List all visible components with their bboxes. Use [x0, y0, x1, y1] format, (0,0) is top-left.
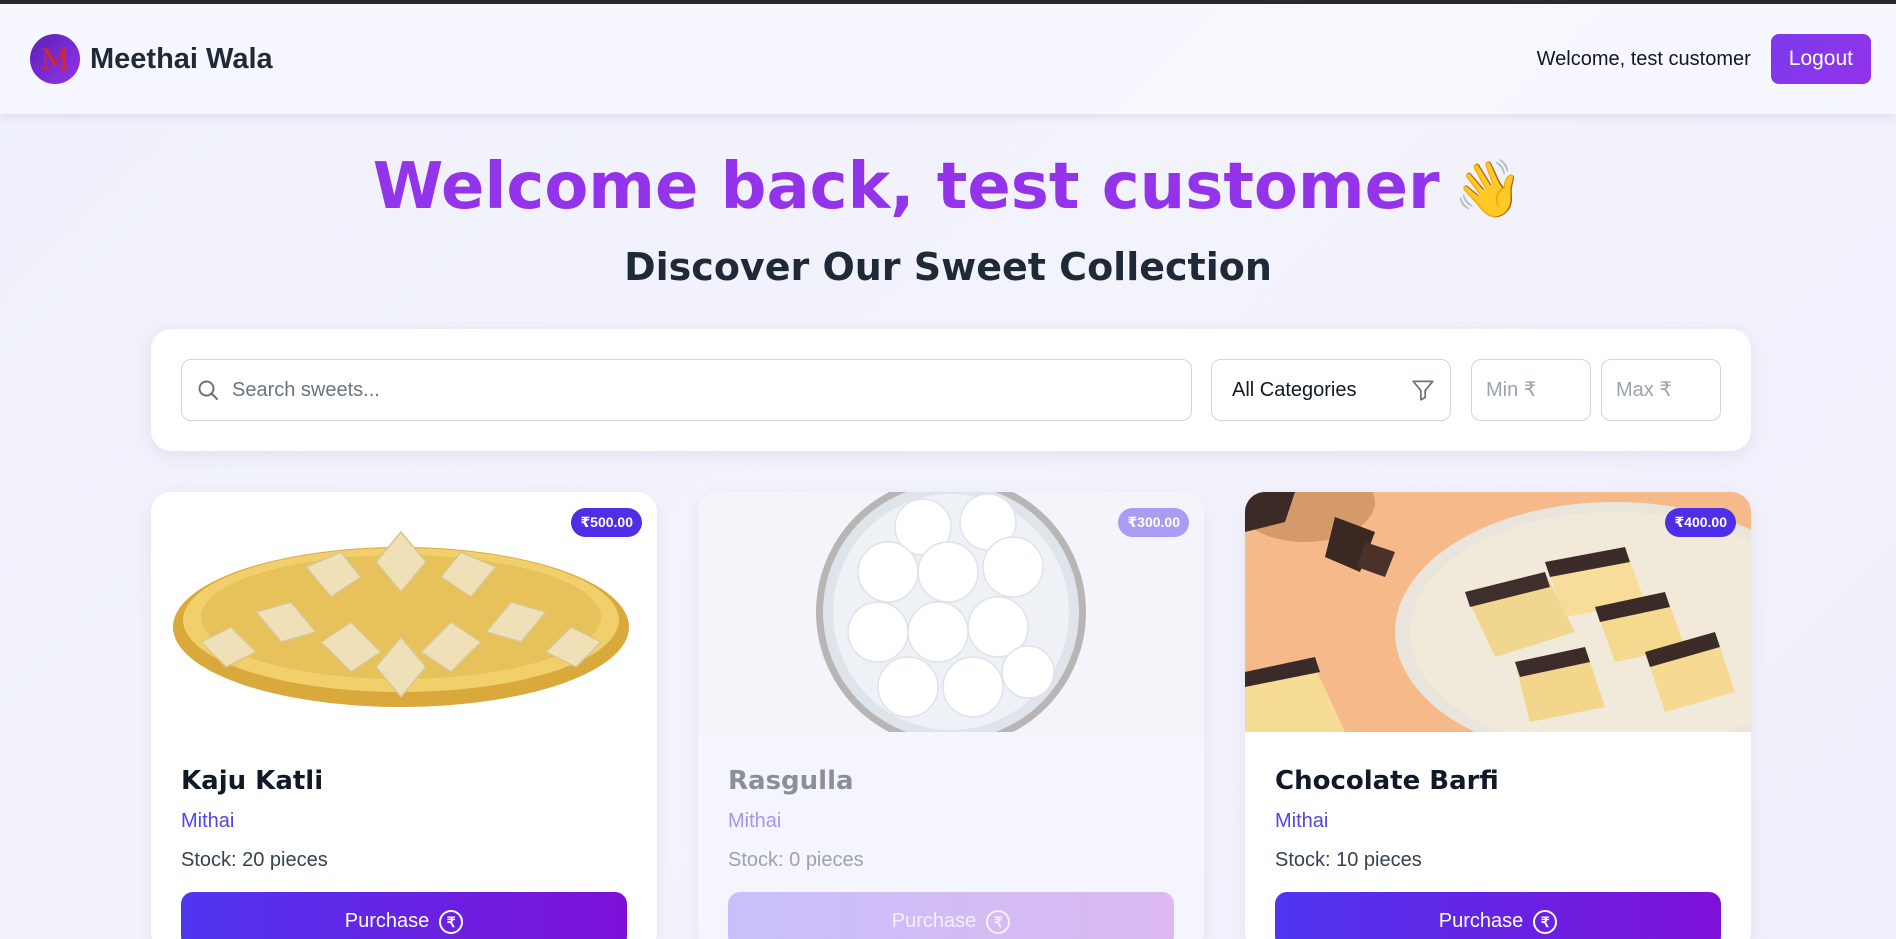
filter-bar: All Categories [151, 329, 1751, 451]
category-select-value: All Categories [1232, 378, 1357, 401]
search-icon [198, 380, 218, 400]
search-box[interactable] [181, 359, 1192, 421]
price-badge: ₹500.00 [571, 508, 642, 537]
product-name: Kaju Katli [181, 766, 324, 796]
purchase-button[interactable]: Purchase ₹ [181, 892, 627, 939]
top-navbar: M Meethai Wala Welcome, test customer Lo… [0, 4, 1896, 114]
product-image-kaju-katli: ₹500.00 [151, 492, 657, 732]
user-area: Welcome, test customer Logout [1537, 34, 1871, 84]
product-image-chocolate-barfi: ₹400.00 [1245, 492, 1751, 732]
filter-icon [1412, 380, 1434, 401]
rupee-icon: ₹ [986, 910, 1011, 934]
min-price-input[interactable] [1486, 378, 1581, 402]
product-card: ₹300.00 Rasgulla Mithai Stock: 0 pieces … [698, 492, 1204, 939]
purchase-button-label: Purchase [344, 910, 430, 932]
rupee-icon: ₹ [1533, 910, 1558, 934]
brand[interactable]: M Meethai Wala [30, 34, 273, 84]
min-price-field[interactable] [1471, 359, 1591, 421]
category-select[interactable]: All Categories [1211, 359, 1451, 421]
purchase-button-disabled[interactable]: Purchase ₹ [728, 892, 1174, 939]
purchase-button-label: Purchase [1438, 910, 1524, 932]
purchase-button[interactable]: Purchase ₹ [1275, 892, 1721, 939]
welcome-message: Welcome, test customer [1536, 47, 1751, 70]
purchase-button-label: Purchase [891, 910, 977, 932]
price-badge: ₹300.00 [1118, 508, 1189, 537]
product-card: ₹500.00 Kaju Katli Mithai Stock: 20 piec… [151, 492, 657, 939]
product-stock: Stock: 20 pieces [181, 849, 328, 871]
hero-subtitle: Discover Our Sweet Collection [624, 245, 1272, 289]
brand-logo: M [30, 34, 80, 84]
price-badge: ₹400.00 [1665, 508, 1736, 537]
product-stock: Stock: 10 pieces [1275, 849, 1422, 871]
rupee-icon: ₹ [439, 910, 464, 934]
max-price-input[interactable] [1616, 378, 1711, 402]
search-input[interactable] [232, 378, 1128, 402]
product-category: Mithai [1275, 810, 1329, 832]
product-stock: Stock: 0 pieces [728, 849, 864, 871]
product-card: ₹400.00 Chocolate Barfi Mithai Stock: 10… [1245, 492, 1751, 939]
logout-button[interactable]: Logout [1770, 34, 1871, 84]
product-name: Chocolate Barfi [1275, 766, 1499, 796]
hero-title: Welcome back, test customer 👋 [0, 150, 1896, 224]
product-category: Mithai [181, 810, 235, 832]
product-category: Mithai [728, 810, 782, 832]
max-price-field[interactable] [1601, 359, 1721, 421]
product-image-rasgulla: ₹300.00 [698, 492, 1204, 732]
product-name: Rasgulla [728, 766, 854, 796]
hero-title-text: Welcome back, test customer [372, 150, 1440, 224]
waving-hand-icon: 👋 [1453, 157, 1524, 222]
brand-name: Meethai Wala [90, 42, 273, 75]
